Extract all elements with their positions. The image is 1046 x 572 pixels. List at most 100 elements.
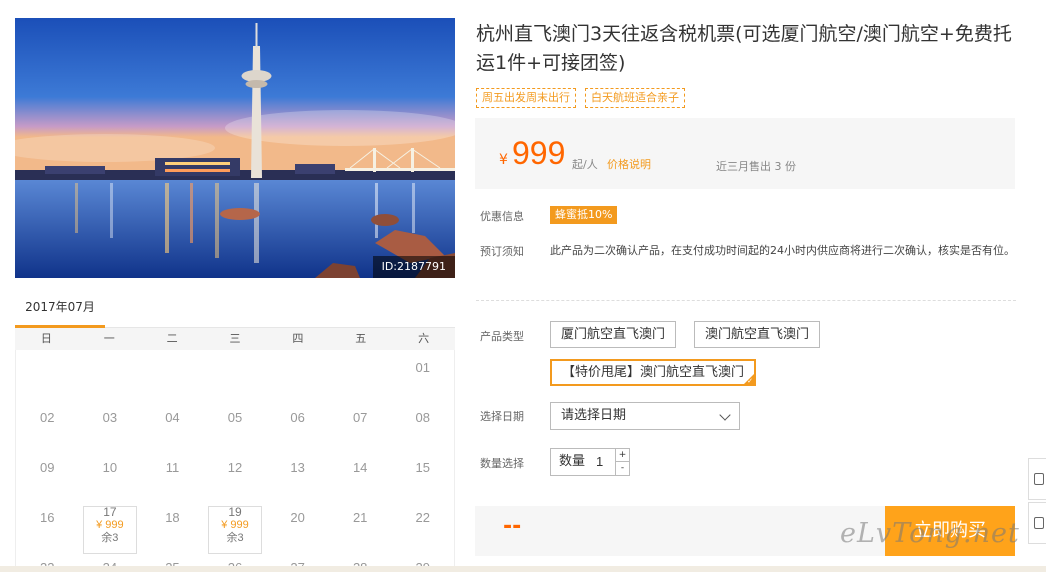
calendar-day: 09	[16, 450, 79, 500]
calendar-day: 01	[391, 350, 454, 400]
day-highlight-box	[207, 506, 263, 554]
promo-badge: 蜂蜜抵10%	[550, 206, 618, 224]
calendar-day: 22	[391, 500, 454, 550]
day-number: 10	[102, 460, 118, 475]
footer-strip	[0, 566, 1046, 572]
weekday-label: 二	[166, 332, 178, 345]
calendar-month-tab[interactable]: 2017年07月	[15, 296, 105, 328]
calendar-day: 11	[141, 450, 204, 500]
day-number	[329, 350, 392, 360]
quantity-decrease-button[interactable]: -	[615, 462, 629, 475]
date-select[interactable]: 请选择日期	[550, 402, 740, 430]
calendar-day: 21	[329, 500, 392, 550]
product-tag: 白天航班适合亲子	[585, 88, 685, 108]
product-type-option-macau[interactable]: 澳门航空直飞澳门	[694, 321, 821, 348]
date-label: 选择日期	[480, 410, 524, 423]
day-highlight-box	[82, 506, 138, 554]
side-share-tab[interactable]	[1028, 458, 1046, 500]
price-panel: ¥ 999 起/人 价格说明 近三月售出 3 份	[475, 118, 1015, 189]
calendar-day: 14	[329, 450, 392, 500]
day-number	[141, 350, 204, 360]
chevron-down-icon	[719, 409, 731, 421]
calendar-day	[329, 350, 392, 400]
calendar-header: 2017年07月	[15, 296, 455, 328]
share-icon	[1034, 473, 1044, 485]
day-number: 04	[165, 410, 180, 425]
quantity-field-label: 数量	[559, 454, 586, 469]
product-type-label: 产品类型	[480, 330, 524, 343]
date-select-value: 请选择日期	[561, 408, 627, 423]
day-number: 22	[415, 510, 430, 525]
calendar-day: 10	[79, 450, 142, 500]
day-number: 15	[415, 460, 430, 475]
calendar-day: 03	[79, 400, 142, 450]
calendar-day	[79, 350, 142, 400]
day-number	[16, 350, 79, 360]
calendar-day-available[interactable]: 19 ¥ 999 余3	[204, 500, 267, 554]
promo-label: 优惠信息	[480, 210, 524, 223]
price-value: 999	[512, 135, 566, 171]
quantity-label: 数量选择	[480, 457, 524, 470]
side-feedback-tab[interactable]	[1028, 502, 1046, 544]
quantity-increase-button[interactable]: +	[615, 449, 629, 462]
day-number	[204, 350, 267, 360]
day-number: 16	[40, 510, 55, 525]
calendar-day: 05	[204, 400, 267, 450]
feedback-icon	[1034, 517, 1044, 529]
calendar-day	[204, 350, 267, 400]
weekday-label: 四	[292, 332, 304, 345]
calendar-week-row: 09 10 11 12 13 14 15	[16, 450, 454, 500]
product-title: 杭州直飞澳门3天往返含税机票(可选厦门航空/澳门航空+免费托运1件+可接团签)	[476, 23, 1012, 74]
day-number: 07	[352, 410, 368, 425]
day-number: 13	[290, 460, 305, 475]
option-label: 【特价甩尾】澳门航空直飞澳门	[562, 365, 745, 380]
quantity-stepper[interactable]: 数量 1 + -	[550, 448, 630, 476]
site-watermark: eLvTong.net	[840, 518, 1020, 549]
product-tag: 周五出发周末出行	[476, 88, 576, 108]
day-number: 09	[40, 460, 55, 475]
weekday-label: 三	[229, 332, 241, 345]
calendar-day: 16	[16, 500, 79, 550]
divider	[476, 300, 1016, 301]
macau-tower-night-scene	[15, 18, 455, 278]
calendar-day: 13	[266, 450, 329, 500]
quantity-value[interactable]: 1	[596, 449, 603, 475]
day-number: 03	[102, 410, 118, 425]
notice-label: 预订须知	[480, 245, 524, 258]
option-label: 厦门航空直飞澳门	[561, 327, 666, 342]
product-tags: 周五出发周末出行 白天航班适合亲子	[476, 88, 685, 108]
calendar-grid: 01 02 03 04 05 06 07 08 09 10 11 12 13 14 15 16 17 ¥ 999 余…	[15, 350, 455, 572]
product-type-option-special[interactable]: 【特价甩尾】澳门航空直飞澳门 ✓	[550, 359, 757, 386]
day-number: 14	[352, 460, 368, 475]
booking-notice: 此产品为二次确认产品，在支付成功时间起的24小时内供应商将进行二次确认，核实是否…	[550, 244, 1015, 257]
calendar-day-available[interactable]: 17 ¥ 999 余3	[79, 500, 142, 554]
day-number: 21	[352, 510, 368, 525]
weekday-label: 六	[418, 332, 430, 345]
day-number: 20	[290, 510, 305, 525]
day-number: 06	[290, 410, 305, 425]
calendar-day: 02	[16, 400, 79, 450]
day-number: 01	[415, 360, 430, 375]
price-explain-link[interactable]: 价格说明	[607, 156, 651, 172]
day-number	[266, 350, 329, 360]
calendar-day	[141, 350, 204, 400]
price-currency: ¥	[499, 152, 508, 168]
day-number: 18	[165, 510, 180, 525]
calendar-week-row: 02 03 04 05 06 07 08	[16, 400, 454, 450]
calendar-day: 06	[266, 400, 329, 450]
calendar-weekdays: 日一二三四五六	[15, 328, 455, 350]
weekday-label: 五	[355, 332, 367, 345]
calendar-day: 07	[329, 400, 392, 450]
calendar-day: 08	[391, 400, 454, 450]
product-photo: ID:2187791	[15, 18, 455, 278]
weekday-label: 日	[40, 332, 52, 345]
day-number: 11	[165, 460, 180, 475]
weekday-label: 一	[103, 332, 115, 345]
day-number: 12	[227, 460, 243, 475]
sales-count: 近三月售出 3 份	[716, 160, 796, 173]
price-unit: 起/人	[572, 158, 598, 171]
total-price: --	[503, 514, 522, 539]
calendar-day: 12	[204, 450, 267, 500]
product-type-option-xiamen[interactable]: 厦门航空直飞澳门	[550, 321, 677, 348]
calendar-day: 18	[141, 500, 204, 550]
